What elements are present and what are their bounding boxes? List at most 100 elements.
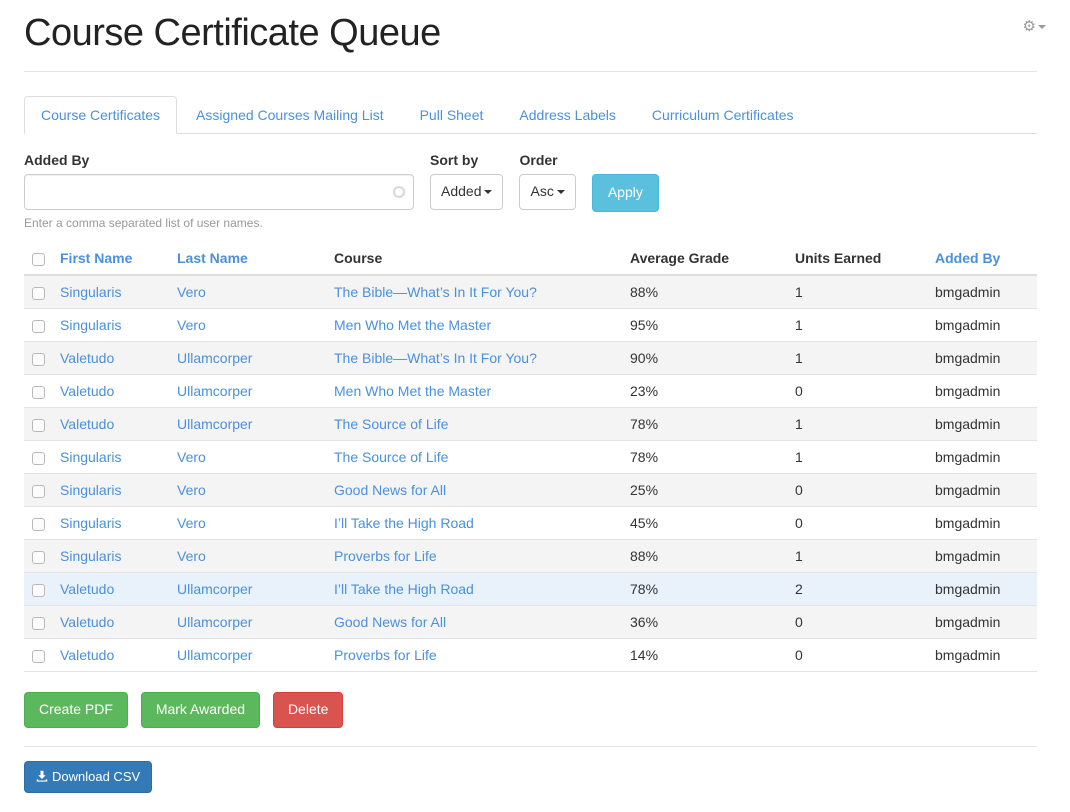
column-header-first_name[interactable]: First Name xyxy=(52,242,169,275)
first-name-link[interactable]: Valetudo xyxy=(60,647,114,663)
last-name-link[interactable]: Vero xyxy=(177,482,206,498)
row-checkbox-cell xyxy=(24,275,52,309)
course-link-cell: Good News for All xyxy=(326,474,622,507)
sort-by-value: Added xyxy=(441,183,481,199)
loading-circle-icon xyxy=(393,186,405,198)
course-link[interactable]: Proverbs for Life xyxy=(334,647,437,663)
units-earned-cell: 1 xyxy=(787,275,927,309)
title-divider xyxy=(24,71,1037,72)
row-checkbox[interactable] xyxy=(32,584,45,597)
order-dropdown[interactable]: Asc xyxy=(519,174,575,210)
last-name-link[interactable]: Ullamcorper xyxy=(177,416,252,432)
course-link[interactable]: Men Who Met the Master xyxy=(334,383,491,399)
course-link-cell: The Source of Life xyxy=(326,408,622,441)
first-name-link[interactable]: Valetudo xyxy=(60,416,114,432)
last-name-link[interactable]: Vero xyxy=(177,284,206,300)
course-link[interactable]: Good News for All xyxy=(334,482,446,498)
row-checkbox[interactable] xyxy=(32,551,45,564)
course-link[interactable]: Good News for All xyxy=(334,614,446,630)
last-name-link-cell: Vero xyxy=(169,309,326,342)
units-earned-cell: 0 xyxy=(787,474,927,507)
row-checkbox[interactable] xyxy=(32,287,45,300)
units-earned-cell: 1 xyxy=(787,309,927,342)
course-link[interactable]: I’ll Take the High Road xyxy=(334,581,474,597)
course-link-cell: I’ll Take the High Road xyxy=(326,507,622,540)
select-all-checkbox[interactable] xyxy=(32,253,45,266)
last-name-link[interactable]: Ullamcorper xyxy=(177,383,252,399)
last-name-link[interactable]: Vero xyxy=(177,449,206,465)
first-name-link[interactable]: Singularis xyxy=(60,284,121,300)
first-name-link[interactable]: Singularis xyxy=(60,317,121,333)
first-name-link[interactable]: Singularis xyxy=(60,482,121,498)
last-name-link[interactable]: Ullamcorper xyxy=(177,614,252,630)
course-link[interactable]: The Source of Life xyxy=(334,416,448,432)
row-checkbox-cell xyxy=(24,309,52,342)
first-name-link[interactable]: Valetudo xyxy=(60,350,114,366)
table-row: SingularisVeroGood News for All25%0bmgad… xyxy=(24,474,1037,507)
average-grade-cell: 45% xyxy=(622,507,787,540)
first-name-link[interactable]: Valetudo xyxy=(60,614,114,630)
row-checkbox[interactable] xyxy=(32,452,45,465)
row-checkbox[interactable] xyxy=(32,518,45,531)
course-link[interactable]: The Bible—What’s In It For You? xyxy=(334,284,537,300)
first-name-link[interactable]: Singularis xyxy=(60,548,121,564)
first-name-link-cell: Valetudo xyxy=(52,639,169,672)
first-name-link[interactable]: Valetudo xyxy=(60,383,114,399)
row-checkbox[interactable] xyxy=(32,353,45,366)
row-checkbox[interactable] xyxy=(32,320,45,333)
last-name-link[interactable]: Vero xyxy=(177,317,206,333)
table-row: SingularisVeroMen Who Met the Master95%1… xyxy=(24,309,1037,342)
table-header-row: First NameLast NameCourseAverage GradeUn… xyxy=(24,242,1037,275)
tab-curriculum-certificates[interactable]: Curriculum Certificates xyxy=(635,96,811,134)
table-row: Valetudo Ullamcorper Men Who Met the Maste… xyxy=(24,375,1037,408)
column-header-checkbox xyxy=(24,242,52,275)
apply-button[interactable]: Apply xyxy=(592,174,659,212)
mark-awarded-button[interactable]: Mark Awarded xyxy=(141,692,260,728)
tab-assigned-courses-mailing-list[interactable]: Assigned Courses Mailing List xyxy=(179,96,401,134)
sort-by-dropdown[interactable]: Added xyxy=(430,174,503,210)
column-header-added_by[interactable]: Added By xyxy=(927,242,1037,275)
row-checkbox[interactable] xyxy=(32,485,45,498)
added-by-cell: bmgadmin xyxy=(927,408,1037,441)
table-row: SingularisVeroThe Source of Life78%1bmga… xyxy=(24,441,1037,474)
course-link-cell: Men Who Met the Master xyxy=(326,375,622,408)
download-csv-button[interactable]: Download CSV xyxy=(24,761,152,793)
tab-course-certificates[interactable]: Course Certificates xyxy=(24,96,177,134)
units-earned-cell: 2 xyxy=(787,573,927,606)
filter-bar: Added By Enter a comma separated list of… xyxy=(24,152,1037,230)
delete-button[interactable]: Delete xyxy=(273,692,343,728)
last-name-link[interactable]: Vero xyxy=(177,515,206,531)
first-name-link-cell: Valetudo xyxy=(52,408,169,441)
course-link-cell: Good News for All xyxy=(326,606,622,639)
last-name-link[interactable]: Ullamcorper xyxy=(177,581,252,597)
table-row: Valetudo Ullamcorper The Bible—What’s In I… xyxy=(24,342,1037,375)
row-checkbox[interactable] xyxy=(32,386,45,399)
added-by-filter: Added By Enter a comma separated list of… xyxy=(24,152,414,230)
create-pdf-button[interactable]: Create PDF xyxy=(24,692,128,728)
course-link[interactable]: Men Who Met the Master xyxy=(334,317,491,333)
course-link[interactable]: The Bible—What’s In It For You? xyxy=(334,350,537,366)
first-name-link[interactable]: Singularis xyxy=(60,515,121,531)
course-link[interactable]: I’ll Take the High Road xyxy=(334,515,474,531)
first-name-link-cell: Valetudo xyxy=(52,573,169,606)
units-earned-cell: 0 xyxy=(787,375,927,408)
row-checkbox[interactable] xyxy=(32,617,45,630)
first-name-link[interactable]: Valetudo xyxy=(60,581,114,597)
last-name-link[interactable]: Ullamcorper xyxy=(177,350,252,366)
last-name-link[interactable]: Vero xyxy=(177,548,206,564)
page-title: Course Certificate Queue xyxy=(24,12,1037,55)
last-name-link[interactable]: Ullamcorper xyxy=(177,647,252,663)
first-name-link[interactable]: Singularis xyxy=(60,449,121,465)
first-name-link-cell: Singularis xyxy=(52,507,169,540)
added-by-cell: bmgadmin xyxy=(927,275,1037,309)
column-header-last_name[interactable]: Last Name xyxy=(169,242,326,275)
units-earned-cell: 1 xyxy=(787,540,927,573)
tab-address-labels[interactable]: Address Labels xyxy=(502,96,633,134)
course-link[interactable]: Proverbs for Life xyxy=(334,548,437,564)
row-checkbox[interactable] xyxy=(32,650,45,663)
course-link[interactable]: The Source of Life xyxy=(334,449,448,465)
added-by-input[interactable] xyxy=(24,174,414,210)
tab-pull-sheet[interactable]: Pull Sheet xyxy=(403,96,501,134)
sort-by-label: Sort by xyxy=(430,152,503,168)
row-checkbox[interactable] xyxy=(32,419,45,432)
